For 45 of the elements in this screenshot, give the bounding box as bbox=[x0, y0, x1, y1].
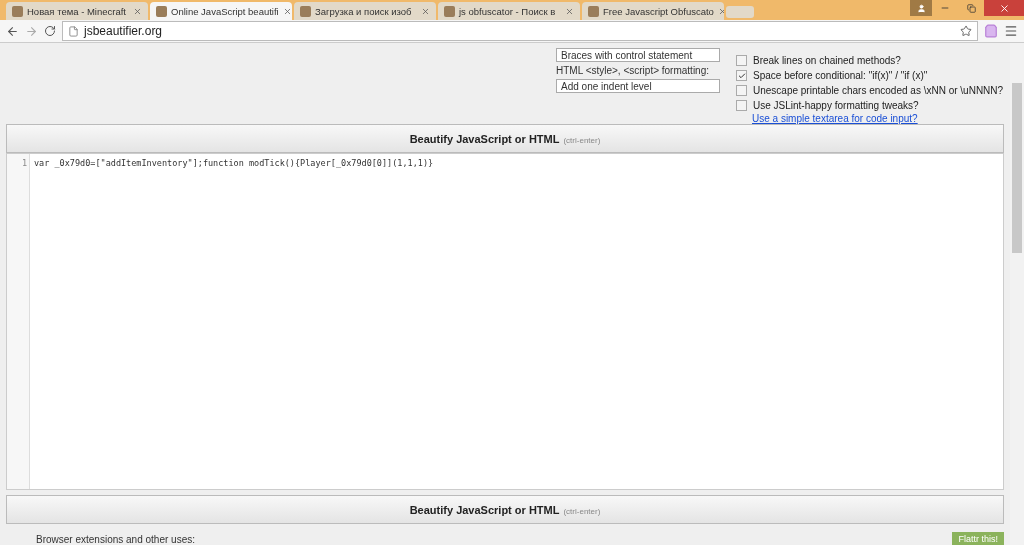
close-icon[interactable] bbox=[565, 6, 574, 16]
page-icon bbox=[68, 25, 79, 37]
checkbox[interactable] bbox=[736, 85, 747, 96]
star-icon[interactable] bbox=[960, 25, 972, 37]
option-label: Break lines on chained methods? bbox=[753, 55, 901, 66]
checkbox[interactable] bbox=[736, 70, 747, 81]
browser-tab[interactable]: Загрузка и поиск изоб bbox=[294, 2, 436, 20]
checkbox[interactable] bbox=[736, 55, 747, 66]
address-bar[interactable]: jsbeautifier.org bbox=[62, 21, 978, 41]
forward-icon[interactable] bbox=[25, 24, 38, 38]
close-icon[interactable] bbox=[421, 6, 430, 16]
code-line: var _0x79d0=["addItemInventory"];function modTick(){Player[_0x79d0[0]](1,1,1)} bbox=[34, 158, 434, 168]
bag-icon[interactable] bbox=[984, 24, 998, 38]
option-label: Unescape printable chars encoded as \xNN or \uNNNN? bbox=[753, 85, 1004, 96]
browser-tab[interactable]: Новая тема - Minecraft bbox=[6, 2, 148, 20]
braces-select[interactable]: Braces with control statement bbox=[556, 48, 720, 62]
option-label: Use JSLint-happy formatting tweaks? bbox=[753, 100, 919, 111]
option-label: Space before conditional: "if(x)" / "if (x)" bbox=[753, 70, 928, 81]
close-icon[interactable] bbox=[282, 6, 292, 16]
back-icon[interactable] bbox=[6, 24, 19, 38]
beautify-button[interactable]: Beautify JavaScript or HTML (ctrl-enter) bbox=[6, 495, 1004, 524]
checkbox[interactable] bbox=[736, 100, 747, 111]
close-icon[interactable] bbox=[717, 6, 724, 16]
favicon-icon bbox=[444, 5, 455, 17]
browser-tab[interactable]: js obfuscator - Поиск в bbox=[438, 2, 580, 20]
restore-icon[interactable] bbox=[966, 3, 976, 13]
close-icon bbox=[998, 2, 1010, 14]
profile-button[interactable] bbox=[910, 0, 932, 16]
user-icon bbox=[916, 3, 926, 13]
line-number: 1 bbox=[20, 158, 27, 168]
indent-select[interactable]: Add one indent level bbox=[556, 79, 720, 93]
reload-icon[interactable] bbox=[44, 25, 56, 37]
browser-tab[interactable]: Online JavaScript beautifi bbox=[150, 2, 292, 20]
code-editor[interactable]: 1 var _0x79d0=["addItemInventory"];function modTick(){Player[_0x79d0[0]](1,1,1)} bbox=[6, 153, 1004, 490]
favicon-icon bbox=[300, 5, 311, 17]
favicon-icon bbox=[156, 5, 167, 17]
textarea-link[interactable]: Use a simple textarea for code input? bbox=[752, 113, 1004, 124]
browser-tab[interactable]: Free Javascript Obfuscato bbox=[582, 2, 724, 20]
html-formatting-label: HTML <style>, <script> formatting: bbox=[556, 65, 711, 76]
footer-text: Browser extensions and other uses: bbox=[36, 534, 195, 545]
menu-icon[interactable] bbox=[1004, 24, 1018, 38]
favicon-icon bbox=[12, 5, 23, 17]
beautify-button[interactable]: Beautify JavaScript or HTML (ctrl-enter) bbox=[6, 124, 1004, 153]
favicon-icon bbox=[588, 5, 599, 17]
close-icon[interactable] bbox=[133, 6, 142, 16]
